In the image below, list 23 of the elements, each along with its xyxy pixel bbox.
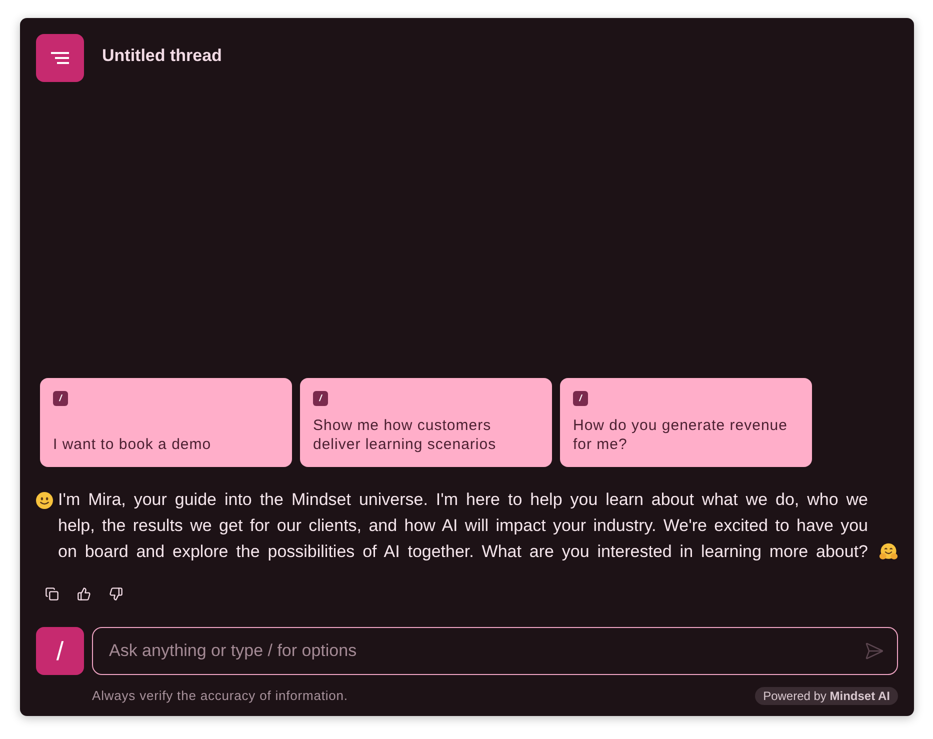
menu-button[interactable] bbox=[36, 34, 84, 82]
suggestion-card[interactable]: / I want to book a demo bbox=[40, 378, 292, 467]
powered-by-link[interactable]: Powered by Mindset AI bbox=[755, 687, 898, 705]
suggestion-card[interactable]: / How do you generate revenue for me? bbox=[560, 378, 812, 467]
suggestion-text: Show me how customers deliver learning scenarios bbox=[313, 416, 498, 454]
copy-icon bbox=[45, 587, 59, 601]
suggestion-text: How do you generate revenue for me? bbox=[573, 416, 788, 454]
slash-badge: / bbox=[313, 391, 328, 406]
slash-badge: / bbox=[573, 391, 588, 406]
suggestion-card[interactable]: / Show me how customers deliver learning scenarios bbox=[300, 378, 552, 467]
command-button[interactable]: / bbox=[36, 627, 84, 675]
disclaimer-text: Always verify the accuracy of information. bbox=[92, 687, 348, 706]
thumbs-up-icon bbox=[77, 587, 91, 601]
hugging-face-icon bbox=[879, 543, 898, 561]
message-input[interactable]: Ask anything or type / for options bbox=[92, 627, 898, 675]
message-text: I'm Mira, your guide into the Mindset universe. I'm here to help you learn about what we do, who we help, the results we get for our clients, and how AI will impact your industry. We're excited to have you on board and explore the possibilities of AI together. What are you interested in learning more about? bbox=[58, 489, 868, 563]
thumbs-down-icon bbox=[109, 587, 123, 601]
suggestion-text: I want to book a demo bbox=[53, 435, 212, 454]
slash-badge: / bbox=[53, 391, 68, 406]
menu-icon bbox=[51, 52, 69, 64]
thread-title: Untitled thread bbox=[102, 45, 222, 66]
smiling-face-icon bbox=[36, 492, 53, 509]
send-icon bbox=[864, 641, 884, 661]
